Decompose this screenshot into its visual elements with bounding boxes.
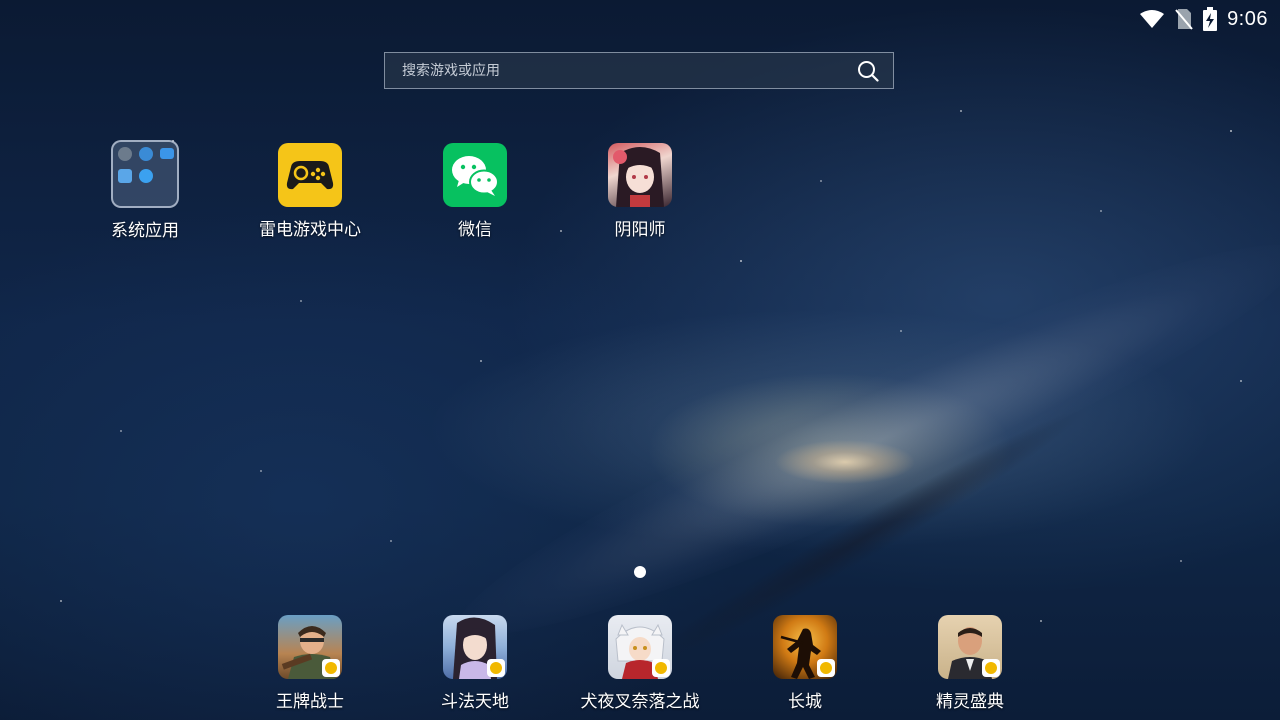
app-wechat[interactable]: 微信 (405, 143, 545, 240)
battery-charging-icon (1203, 7, 1218, 31)
ace-warrior-icon (278, 615, 342, 679)
gamepad-icon (278, 143, 342, 207)
app-ace-warrior[interactable]: 王牌战士 (240, 615, 380, 712)
app-leidian-game-center[interactable]: 雷电游戏中心 (240, 143, 380, 240)
game-center-badge-icon (322, 659, 340, 677)
game-center-badge-icon (817, 659, 835, 677)
app-label: 阴阳师 (614, 220, 666, 240)
app-inuyasha[interactable]: 犬夜叉奈落之战 (570, 615, 710, 712)
doufa-tiandi-icon (443, 615, 507, 679)
app-elf-festival[interactable]: 精灵盛典 (900, 615, 1040, 712)
status-bar: 9:06 (1139, 0, 1280, 38)
app-label: 精灵盛典 (936, 692, 1004, 712)
app-system-apps-folder[interactable]: 系统应用 (75, 140, 215, 241)
folder-icon (111, 140, 179, 208)
inuyasha-icon (608, 615, 672, 679)
elf-festival-icon (938, 615, 1002, 679)
app-great-wall[interactable]: 长城 (735, 615, 875, 712)
app-label: 王牌战士 (276, 692, 344, 712)
great-wall-icon (773, 615, 837, 679)
app-onmyoji[interactable]: 阴阳师 (570, 143, 710, 240)
app-label: 长城 (788, 692, 822, 712)
app-label: 系统应用 (111, 221, 179, 241)
wifi-icon (1139, 9, 1165, 29)
search-bar[interactable] (384, 52, 894, 89)
search-input[interactable] (385, 61, 843, 80)
page-indicator-dot[interactable] (634, 566, 646, 578)
search-icon[interactable] (843, 53, 893, 88)
app-doufa-tiandi[interactable]: 斗法天地 (405, 615, 545, 712)
game-center-badge-icon (487, 659, 505, 677)
app-label: 犬夜叉奈落之战 (580, 692, 700, 712)
onmyoji-icon (608, 143, 672, 207)
app-label: 微信 (458, 220, 492, 240)
wechat-icon (443, 143, 507, 207)
app-label: 斗法天地 (441, 692, 509, 712)
game-center-badge-icon (652, 659, 670, 677)
app-label: 雷电游戏中心 (259, 220, 361, 240)
no-sim-icon (1175, 8, 1193, 30)
status-clock: 9:06 (1227, 7, 1268, 30)
game-center-badge-icon (982, 659, 1000, 677)
